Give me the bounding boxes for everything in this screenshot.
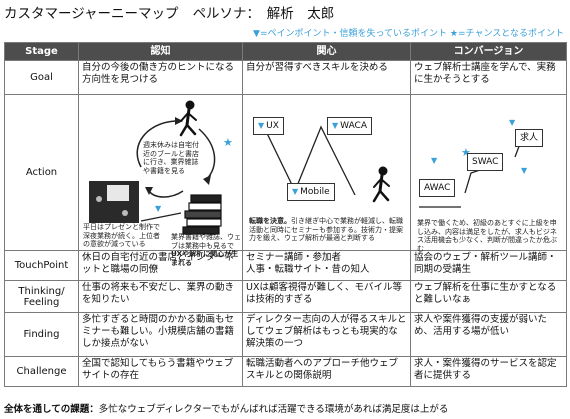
- map-title: カスタマージャーニーマップ: [4, 6, 179, 22]
- connector-line: [140, 212, 182, 222]
- awareness-note-books-plain: 業界書籍や雑誌、ウェブは業務中も見るで: [171, 233, 241, 250]
- presentation-photo-icon: [89, 181, 139, 223]
- thinking-cell-interest: UXは顧客視得が難しく、モバイル等は技術的すぎる: [242, 280, 411, 313]
- pain-point-triangle-icon: ▼: [521, 166, 528, 175]
- goal-cell-conversion: ウェブ解析士講座を学んで、実務に生かそうとする: [410, 60, 567, 95]
- opportunity-star-icon: ★: [223, 136, 233, 149]
- challenge-cell-interest: 転職活動者へのアプローチ他ウェブスキルとの関係説明: [242, 356, 411, 387]
- pain-point-triangle-icon: ▼: [258, 121, 265, 130]
- pain-point-triangle-icon: ▼: [431, 156, 438, 165]
- challenge-cell-conversion: 求人・案件獲得のサービスを認定者に提供する: [410, 356, 567, 387]
- interest-note-bold: 転職を決意。: [249, 217, 291, 225]
- ux-box: ▼ UX: [253, 117, 284, 135]
- finding-cell-awareness: 多忙すぎると時間のかかる動画もセミナーも難しい。小規模店舗の書籍しか接点がない: [78, 312, 243, 357]
- awareness-note-books-bold: UXや解析に関心が生まれる: [171, 250, 239, 267]
- waca-box-label: WACA: [340, 121, 368, 131]
- pain-point-triangle-icon: ▼: [332, 121, 339, 130]
- header-interest: 関心: [242, 42, 411, 61]
- ux-box-label: UX: [266, 121, 279, 131]
- action-cell-conversion: ▼ ▼ ▼ ★ AWAC SWAC 求人 業界で働くため、初級のあとすぐに上級を…: [410, 94, 567, 253]
- pain-point-triangle-icon: ▼: [292, 187, 299, 196]
- goal-cell-interest: 自分が習得すべきスキルを決める: [242, 60, 411, 95]
- pain-point-triangle-icon: ▼: [509, 118, 516, 127]
- journey-map-table: Stage 認知 関心 コンバージョン Goal 自分の今後の働き方のヒントにな…: [4, 42, 567, 387]
- thinking-row: Thinking/ Feeling 仕事の将来も不安だし、業界の動きを知りたい …: [4, 280, 567, 313]
- header-conversion: コンバージョン: [410, 42, 567, 61]
- mobile-box-label: Mobile: [300, 187, 330, 197]
- action-row: Action ★ ▼ 週末休みは自宅付近のブールと書店に行き、業界雑誌や書籍を見…: [4, 94, 567, 267]
- touchpoint-label: TouchPoint: [4, 250, 79, 281]
- persona-label: ペルソナ： 解析 太郎: [192, 6, 335, 22]
- header-awareness: 認知: [78, 42, 243, 61]
- challenge-label: Challenge: [4, 356, 79, 387]
- touchpoint-cell-conversion: 協会のウェブ・解析ツール講師・同期の受講生: [410, 250, 567, 281]
- cycle-arrow-bottom: [148, 190, 184, 198]
- awareness-note-weekend: 週末休みは自宅付近のブールと書店に行き、業界雑誌や書籍を見る: [143, 141, 199, 175]
- conversion-note: 業界で働くため、初級のあとすぐに上級を申し込み、内容は満足をしたが、求人もビジネ…: [417, 219, 557, 253]
- header-stage: Stage: [4, 42, 79, 61]
- action-label: Action: [4, 94, 79, 251]
- finding-label: Finding: [4, 312, 79, 357]
- kyujin-box: 求人: [515, 129, 544, 147]
- overall-issue-text: 多忙なウェブディレクターでもがんばれば活躍できる環境があれば満足度は上がる: [98, 404, 449, 415]
- action-cell-interest: ▼ UX ▼ WACA ▼ Mobile 転職を決意。引き継ぎ中心で業務が軽減し、転職…: [242, 94, 411, 251]
- goal-cell-awareness: 自分の今後の働き方のヒントになる方向性を見つける: [78, 60, 243, 95]
- page-title: カスタマージャーニーマップ ペルソナ： 解析 太郎: [4, 5, 568, 23]
- touchpoint-cell-interest: セミナー講師・参加者 人事・転職サイト・昔の知人: [242, 250, 411, 281]
- goal-row: Goal 自分の今後の働き方のヒントになる方向性を見つける 自分が習得すべきスキ…: [4, 60, 567, 95]
- mobile-box: ▼ Mobile: [287, 183, 335, 201]
- thinking-cell-conversion: ウェブ解析を仕事に生かすとなると難しいなぁ: [410, 280, 567, 313]
- touchpoint-row: TouchPoint 休日の自宅付近の書店とインターネットと職場の同僚 セミナー…: [4, 250, 567, 281]
- thinking-cell-awareness: 仕事の将来も不安だし、業界の動きを知りたい: [78, 280, 243, 313]
- header-row: Stage 認知 関心 コンバージョン: [4, 42, 567, 61]
- awareness-note-books: 業界書籍や雑誌、ウェブは業務中も見るでUXや解析に関心が生まれる: [171, 233, 243, 267]
- finding-cell-conversion: 求人や案件獲得の支援が弱いため、活用する場が低い: [410, 312, 567, 357]
- legend: ▼=ペインポイント・信頼を失っているポイント ★=チャンスとなるポイント: [253, 29, 564, 39]
- finding-row: Finding 多忙すぎると時間のかかる動画もセミナーも難しい。小規模店舗の書籍…: [4, 312, 567, 357]
- walking-person-icon: [179, 100, 197, 137]
- finding-cell-interest: ディレクター志向の人が得るスキルとしてウェブ解析はもっとも現実的な解決策の一つ: [242, 312, 411, 357]
- books-icon: [182, 194, 222, 235]
- action-cell-awareness: ★ ▼ 週末休みは自宅付近のブールと書店に行き、業界雑誌や書籍を見る 平日はプレ…: [78, 94, 243, 267]
- challenge-cell-awareness: 全国で認知してもらう書籍やウェブサイトの存在: [78, 356, 243, 387]
- walking-person-icon: [372, 166, 390, 203]
- awac-box: AWAC: [419, 179, 456, 197]
- waca-box: ▼ WACA: [327, 117, 373, 135]
- interest-note: 転職を決意。引き継ぎ中心で業務が軽減し、転職活動と同時にセミナーも参加する。技術…: [249, 217, 407, 243]
- thinking-label: Thinking/ Feeling: [4, 280, 79, 313]
- overall-issue: 全体を通しての課題：多忙なウェブディレクターでもがんばれば活躍できる環境があれば…: [4, 401, 568, 415]
- cycle-arrow-right: [198, 128, 216, 180]
- challenge-row: Challenge 全国で認知してもらう書籍やウェブサイトの存在 転職活動者への…: [4, 356, 567, 387]
- overall-issue-label: 全体を通しての課題：: [4, 404, 99, 415]
- awareness-note-weekday: 平日はプレゼンと制作で深夜業務が続く。上位者の意欲が減っている: [83, 223, 160, 248]
- pain-point-triangle-icon: ▼: [155, 204, 162, 213]
- swac-box: SWAC: [467, 153, 504, 171]
- goal-label: Goal: [4, 60, 79, 95]
